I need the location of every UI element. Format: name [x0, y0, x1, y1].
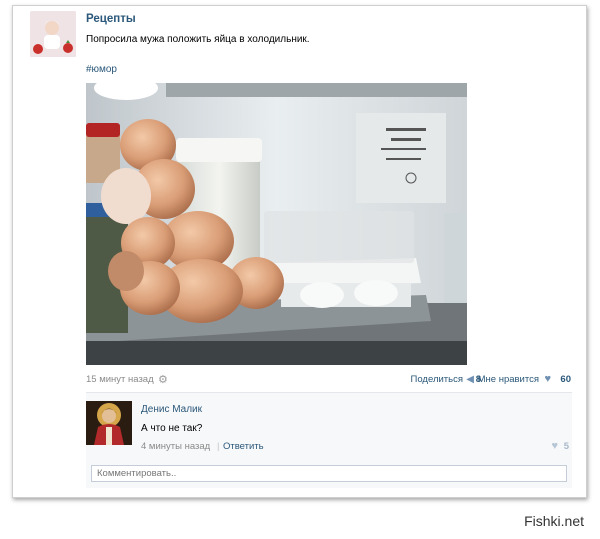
- like-count: 60: [560, 374, 571, 385]
- reply-button[interactable]: Ответить: [223, 441, 264, 452]
- commenter-name[interactable]: Денис Малик: [141, 404, 202, 415]
- post-photo[interactable]: [86, 83, 467, 365]
- comment-time[interactable]: 4 минуты назад: [141, 441, 210, 452]
- group-name[interactable]: Рецепты: [86, 13, 136, 25]
- commenter-avatar[interactable]: [86, 401, 132, 445]
- heart-icon[interactable]: ♥: [544, 373, 551, 385]
- post-card: Рецепты Попросила мужа положить яйца в х…: [12, 5, 587, 498]
- like-button[interactable]: Мне нравится: [478, 374, 539, 385]
- comments-section: Денис Малик А что не так? 4 минуты назад…: [86, 392, 572, 488]
- hashtag-link[interactable]: #юмор: [86, 64, 117, 75]
- separator: |: [217, 441, 220, 452]
- heart-icon[interactable]: ♥: [551, 440, 558, 452]
- group-avatar[interactable]: [30, 11, 76, 57]
- share-button[interactable]: Поделиться: [411, 374, 463, 385]
- gear-icon[interactable]: ⚙: [158, 373, 168, 386]
- watermark: Fishki.net: [524, 513, 584, 529]
- post-text: Попросила мужа положить яйца в холодильн…: [86, 34, 310, 45]
- comment-text: А что не так?: [141, 423, 203, 434]
- post-meta: 15 минут назад ⚙ Поделиться ◀ 8 Мне нрав…: [86, 373, 571, 388]
- post-time[interactable]: 15 минут назад: [86, 374, 154, 385]
- comment-like-count: 5: [563, 441, 569, 452]
- megaphone-icon: ◀: [466, 374, 474, 385]
- comment-input[interactable]: [91, 465, 567, 482]
